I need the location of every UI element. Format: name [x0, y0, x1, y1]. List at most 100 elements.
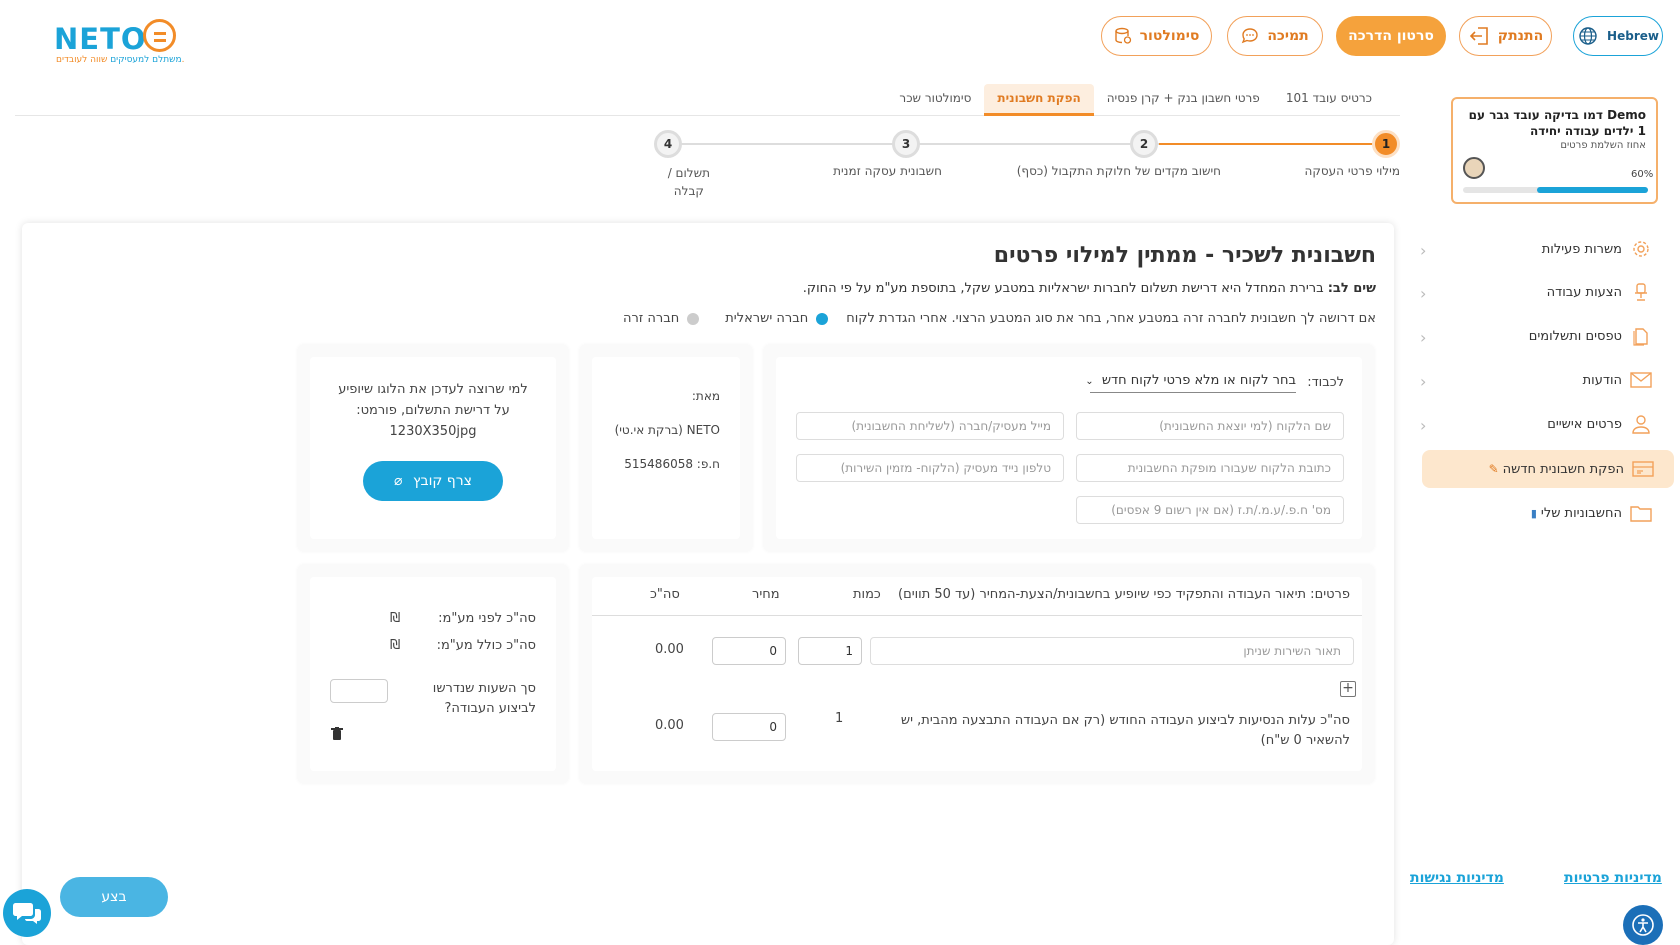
profile-name: Demo דמו בדיקה עובד גבר עם 1 ילדים עבודה…: [1468, 108, 1646, 138]
from-panel: מאת: NETO (ברקת אי.טי) ח.פ: 515486058: [580, 345, 752, 551]
sidebar-item-active-jobs[interactable]: משרות פעילות ‹: [1420, 230, 1672, 268]
attach-file-button[interactable]: צרף קובץ ⌀: [363, 461, 503, 501]
chevron-down-icon: ⌄: [1085, 376, 1094, 387]
tab-employee-card-101[interactable]: כרטיס עובד 101: [1273, 84, 1385, 116]
chart-icon: ▮: [1530, 506, 1537, 520]
stepper-line-progress: [1159, 143, 1390, 145]
service-description-input[interactable]: תאור השירות שניתן: [870, 637, 1354, 665]
item-qty-input[interactable]: 1: [798, 637, 862, 665]
top-header: NETO משתלם למעסיקים שווה לעובדים. סימולט…: [0, 0, 1680, 75]
hours-question: סך השעות שנדרשו לביצוע העבודה?: [432, 681, 536, 716]
chevron-left-icon: ‹: [1420, 241, 1427, 260]
step-1-label: מילוי פרטי העסקה: [1304, 164, 1400, 178]
chat-icon[interactable]: [3, 889, 51, 937]
sidebar-item-forms-payments[interactable]: טפסים ותשלומים ‹: [1420, 317, 1672, 355]
step-1-dot[interactable]: 1: [1372, 130, 1400, 158]
client-select[interactable]: בחר לקוח או מלא פרטי לקוח חדש ⌄: [1085, 373, 1296, 393]
col-total-header: סה"כ: [650, 587, 680, 602]
from-panel-inner: [592, 357, 740, 539]
simulator-button[interactable]: סימולטור: [1101, 16, 1212, 56]
logout-icon: [1469, 27, 1488, 45]
globe-icon: [1579, 27, 1597, 45]
envelope-icon: [1630, 369, 1652, 391]
sidebar-item-label: החשבוניות שלי: [1540, 505, 1622, 521]
step-3-label: חשבונית עסקה זמנית: [833, 164, 942, 178]
client-address-input[interactable]: כתובת הלקוח שעבורו מופקת החשבונית: [1076, 454, 1344, 482]
travel-price-input[interactable]: 0: [712, 713, 786, 741]
logout-button[interactable]: התנתק: [1459, 16, 1552, 56]
from-company-id: ח.פ: 515486058: [624, 457, 720, 471]
from-label: מאת:: [691, 389, 720, 403]
employer-phone-input[interactable]: טלפון נייד מעסיק (הלקוח- מזמין השירות): [796, 454, 1064, 482]
item-price-input[interactable]: 0: [712, 637, 786, 665]
support-button[interactable]: תמיכה: [1227, 16, 1323, 56]
step-4-dot[interactable]: 4: [654, 130, 682, 158]
sidebar-item-new-invoice[interactable]: הפקת חשבונית חדשה ✎: [1422, 450, 1674, 488]
chevron-left-icon: ‹: [1420, 328, 1427, 347]
profile-completion-percent: 60%: [1631, 169, 1654, 180]
sidebar-item-my-invoices[interactable]: החשבוניות שלי ▮: [1420, 494, 1672, 532]
travel-qty: 1: [835, 711, 844, 726]
sidebar-item-label: הפקת חשבונית חדשה: [1502, 461, 1624, 477]
client-id-input[interactable]: מס' ח.פ./ע.מ./ת.ז (אם אין רשום 9 אפסים): [1076, 496, 1344, 524]
items-panel: פרטים: תיאור העבודה והתפקיד כפי שיופיע ב…: [580, 565, 1374, 783]
documents-icon: [1630, 325, 1652, 347]
folder-icon: [1630, 502, 1652, 524]
hours-input[interactable]: [330, 679, 388, 703]
profile-progress-fill: [1537, 187, 1648, 193]
chat-bubble-icon: [1242, 28, 1259, 44]
step-2-label: חישוב מקדים של חלוקת התקבול (כסף): [1016, 164, 1221, 178]
col-qty-header: כמות: [853, 587, 881, 602]
profile-card[interactable]: Demo דמו בדיקה עובד גבר עם 1 ילדים עבודה…: [1451, 97, 1658, 204]
radio-foreign-company[interactable]: [687, 312, 700, 325]
sum-before-vat-label: סה"כ לפני מע"מ:: [438, 611, 536, 626]
sum-with-vat-currency: ₪: [390, 638, 401, 653]
logo-brand: NETO: [54, 22, 147, 56]
sidebar-item-messages[interactable]: הודעות ‹: [1420, 361, 1672, 399]
currency-instruction: אם דרושה לך חשבונית לחברה זרה במטבע אחר,…: [846, 311, 1376, 326]
client-panel: לכבוד: בחר לקוח או מלא פרטי לקוח חדש ⌄ ש…: [764, 345, 1374, 551]
accessibility-policy-link[interactable]: מדיניות נגישות: [1410, 870, 1504, 886]
items-header: פרטים: תיאור העבודה והתפקיד כפי שיופיע ב…: [898, 587, 1350, 602]
sum-before-vat-currency: ₪: [390, 611, 401, 626]
privacy-policy-link[interactable]: מדיניות פרטיות: [1564, 870, 1662, 886]
logo-tagline: משתלם למעסיקים שווה לעובדים.: [56, 55, 185, 65]
step-3-dot[interactable]: 3: [892, 130, 920, 158]
language-selector[interactable]: Hebrew: [1573, 16, 1663, 56]
invoice-icon: [1632, 458, 1654, 480]
logo-equals-icon: [143, 19, 176, 52]
tab-salary-simulator[interactable]: סימולטור שכר: [886, 84, 984, 116]
trash-icon[interactable]: [331, 727, 343, 745]
to-label: לכבוד:: [1307, 375, 1344, 390]
sum-with-vat-label: סה"כ כולל מע"מ:: [436, 638, 536, 653]
tab-invoice-issue[interactable]: הפקת חשבונית: [984, 84, 1094, 116]
chevron-left-icon: ‹: [1420, 372, 1427, 391]
paperclip-icon: ⌀: [394, 473, 403, 489]
default-currency-note: שים לב: ברירת המחדל היא דרישת תשלום לחבר…: [802, 281, 1376, 296]
pencil-icon: ✎: [1488, 462, 1499, 476]
totals-panel: סה"כ לפני מע"מ: ₪ סה"כ כולל מע"מ: ₪ סך ה…: [298, 565, 568, 783]
logo-upload-panel: למי שרוצה לעדכן את הלוגו שיופיע על דרישת …: [298, 345, 568, 551]
guide-video-button[interactable]: סרטון הדרכה: [1336, 16, 1446, 56]
profile-completion-label: אחוז השלמת פרטים: [1560, 140, 1646, 151]
database-icon: [1114, 27, 1131, 44]
tab-bank-pension[interactable]: פרטי חשבון בנק + קרן פנסיה: [1094, 84, 1273, 116]
client-name-input[interactable]: שם הלקוח (למי יוצאת החשבונית): [1076, 412, 1344, 440]
sidebar-item-job-offers[interactable]: הצעות עבודה ‹: [1420, 273, 1672, 311]
employer-email-input[interactable]: מייל מעסיק/חברה (לשליחת החשבונית): [796, 412, 1064, 440]
add-item-button[interactable]: +: [1340, 681, 1356, 697]
neto-logo[interactable]: NETO משתלם למעסיקים שווה לעובדים.: [54, 18, 185, 68]
col-price-header: מחיר: [752, 587, 780, 602]
chevron-left-icon: ‹: [1420, 284, 1427, 303]
submit-button[interactable]: בצע: [60, 877, 168, 917]
step-4-label: תשלום / קבלה: [667, 166, 710, 198]
invoice-tabs: כרטיס עובד 101 פרטי חשבון בנק + קרן פנסי…: [15, 84, 1400, 116]
travel-total: 0.00: [655, 718, 684, 733]
totals-panel-inner: [310, 577, 556, 771]
avatar: [1463, 157, 1485, 179]
step-2-dot[interactable]: 2: [1130, 130, 1158, 158]
sidebar-item-personal-details[interactable]: פרטים אישיים ‹: [1420, 405, 1672, 443]
accessibility-icon[interactable]: [1623, 905, 1663, 945]
radio-israeli-company[interactable]: [816, 312, 829, 325]
profile-progress-bar: [1463, 187, 1648, 193]
